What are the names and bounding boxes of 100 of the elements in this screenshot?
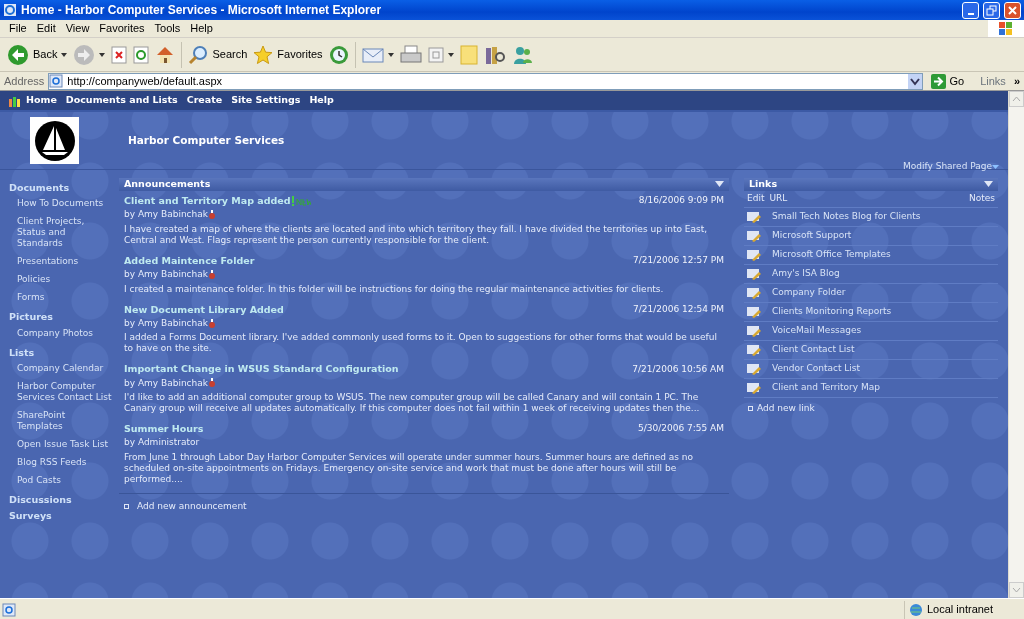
sidebar-link[interactable]: Client Projects, Status and Standards (9, 216, 113, 250)
status-zone: Local intranet (927, 602, 994, 618)
link-item[interactable]: Client and Territory Map (772, 380, 880, 395)
presence-icon (208, 378, 217, 389)
dropdown-icon[interactable] (715, 181, 724, 188)
column-header: Edit (747, 192, 765, 205)
link-item[interactable]: Company Folder (772, 285, 846, 300)
announcement-body: I created a maintenance folder. In this folder will be instructions for doing the regular maintenance activities for clients. (124, 282, 665, 295)
caret-icon[interactable] (992, 165, 999, 169)
menu-item[interactable]: File (4, 20, 32, 37)
edit-page-icon[interactable] (747, 381, 761, 394)
announcement-body: I'd like to add an additional computer group to WSUS. The new computer group will be called Canary and will contain 1 PC. The Canary group will receive all updates automatically. If this computer does not fail within 1 week of receiving updates then the... (124, 391, 701, 414)
nav-link[interactable]: Documents and Lists (65, 93, 178, 108)
note-icon (459, 44, 478, 65)
menu-item[interactable]: Edit (31, 20, 61, 37)
menu-item[interactable]: Tools (149, 20, 186, 37)
author-name[interactable]: by Amy Babinchak (124, 208, 208, 222)
sidebar-heading[interactable]: Surveys (9, 509, 113, 524)
edit-page-icon[interactable] (747, 324, 761, 337)
sidebar-link[interactable]: SharePoint Templates (9, 409, 113, 432)
favorites-button[interactable]: Favorites (250, 40, 326, 69)
edit-page-icon[interactable] (747, 210, 761, 223)
announcement-title[interactable]: Added Maintence Folder (124, 253, 255, 268)
globe-icon (909, 602, 923, 617)
menu-item[interactable]: Help (185, 20, 218, 37)
modify-page-link[interactable]: Modify Shared Page (903, 160, 992, 174)
sidebar-link[interactable]: Blog RSS Feeds (9, 456, 113, 468)
announcement-date: 8/16/2006 9:09 PM (638, 194, 724, 208)
sidebar-link[interactable]: How To Documents (9, 198, 113, 210)
refresh-icon (133, 45, 150, 64)
announcement-body: From June 1 through Labor Day Harbor Computer Services will operate under summer hours. Summer hours are defined as no scheduled on-site appointments on Fridays. Emergency on-site service and work that must be done after hours will still be performed.... (124, 450, 695, 485)
address-field[interactable]: http://companyweb/default.aspx (48, 72, 923, 90)
link-item[interactable]: Vendor Contact List (772, 361, 861, 376)
announcement-title[interactable]: Important Change in WSUS Standard Configuration (124, 362, 399, 377)
printer-icon (399, 44, 422, 65)
link-item[interactable]: Clients Monitoring Reports (772, 304, 892, 319)
back-button[interactable]: Back (4, 40, 71, 69)
go-button[interactable]: Go (926, 72, 969, 90)
sidebar-heading[interactable]: Lists (9, 345, 113, 360)
sidebar-heading[interactable]: Documents (9, 181, 113, 196)
link-item[interactable]: VoiceMail Messages (772, 323, 862, 338)
link-item[interactable]: Small Tech Notes Blog for Clients (772, 209, 921, 224)
sidebar-link[interactable]: Company Photos (9, 327, 113, 339)
dropdown-icon[interactable] (984, 181, 993, 188)
author-name[interactable]: by Amy Babinchak (124, 376, 208, 390)
sidebar-heading[interactable]: Pictures (9, 310, 113, 325)
announcement-title[interactable]: Client and Territory Map added (124, 194, 291, 209)
edit-page-icon[interactable] (747, 305, 761, 318)
nav-link[interactable]: Site Settings (231, 93, 301, 108)
author-name[interactable]: by Amy Babinchak (124, 316, 208, 331)
link-item[interactable]: Microsoft Office Templates (772, 247, 891, 262)
author-name[interactable]: by Amy Babinchak (124, 268, 208, 282)
nav-link[interactable]: Help (309, 93, 334, 108)
author-name[interactable]: by Administrator (124, 436, 200, 450)
announcement-date: 7/21/2006 12:54 PM (633, 302, 724, 316)
announcement-title[interactable]: New Document Library Added (124, 302, 284, 317)
link-item[interactable]: Microsoft Support (772, 228, 852, 243)
sidebar-heading[interactable]: Discussions (9, 492, 113, 507)
window-title: Home - Harbor Computer Services - Microsoft Internet Explorer (21, 2, 383, 19)
edit-page-icon[interactable] (747, 343, 761, 356)
page-icon (2, 602, 16, 617)
books-icon (483, 44, 506, 65)
sidebar-link[interactable]: Forms (9, 292, 113, 304)
minimize-button[interactable] (962, 1, 979, 19)
edit-page-icon[interactable] (747, 267, 761, 280)
edit-page-icon[interactable] (747, 248, 761, 261)
sidebar-link[interactable]: Policies (9, 274, 113, 286)
search-button[interactable]: Search (185, 40, 251, 69)
edit-page-icon[interactable] (747, 229, 761, 242)
nav-link[interactable]: Create (186, 93, 223, 108)
panel-title: Announcements (124, 177, 211, 192)
link-item[interactable]: Amy's ISA Blog (772, 266, 840, 281)
add-link[interactable]: Add new link (757, 401, 815, 415)
menu-item[interactable]: View (60, 20, 95, 37)
bullet-icon (748, 405, 753, 411)
menu-item[interactable]: Favorites (94, 20, 150, 37)
sidebar-link[interactable]: Open Issue Task List (9, 438, 113, 450)
windows-flag-icon (988, 20, 1024, 37)
announcement-title[interactable]: Summer Hours (124, 422, 204, 437)
links-button[interactable]: Links (972, 72, 1010, 90)
search-icon (188, 44, 209, 65)
sidebar-link[interactable]: Company Calendar (9, 362, 113, 374)
presence-icon (208, 318, 217, 329)
sidebar-link[interactable]: Pod Casts (9, 474, 113, 486)
sidebar-link[interactable]: Harbor Computer Services Contact List (9, 380, 113, 403)
sidebar-link[interactable]: Presentations (9, 256, 113, 268)
column-header: URL (769, 192, 789, 205)
nav-link[interactable]: Home (26, 93, 57, 108)
edit-page-icon[interactable] (747, 362, 761, 375)
ie-icon (3, 3, 17, 17)
bullet-icon (124, 504, 129, 509)
announcement-date: 7/21/2006 10:56 AM (632, 362, 724, 376)
panel-title: Links (749, 177, 778, 192)
restore-button[interactable] (983, 1, 1000, 19)
edit-page-icon[interactable] (747, 286, 761, 299)
more-links-button[interactable]: » (1013, 72, 1024, 90)
add-announcement-link[interactable]: Add new announcement (137, 499, 247, 514)
close-button[interactable] (1004, 1, 1021, 19)
link-item[interactable]: Client Contact List (772, 342, 855, 357)
minimize-icon (967, 12, 974, 15)
